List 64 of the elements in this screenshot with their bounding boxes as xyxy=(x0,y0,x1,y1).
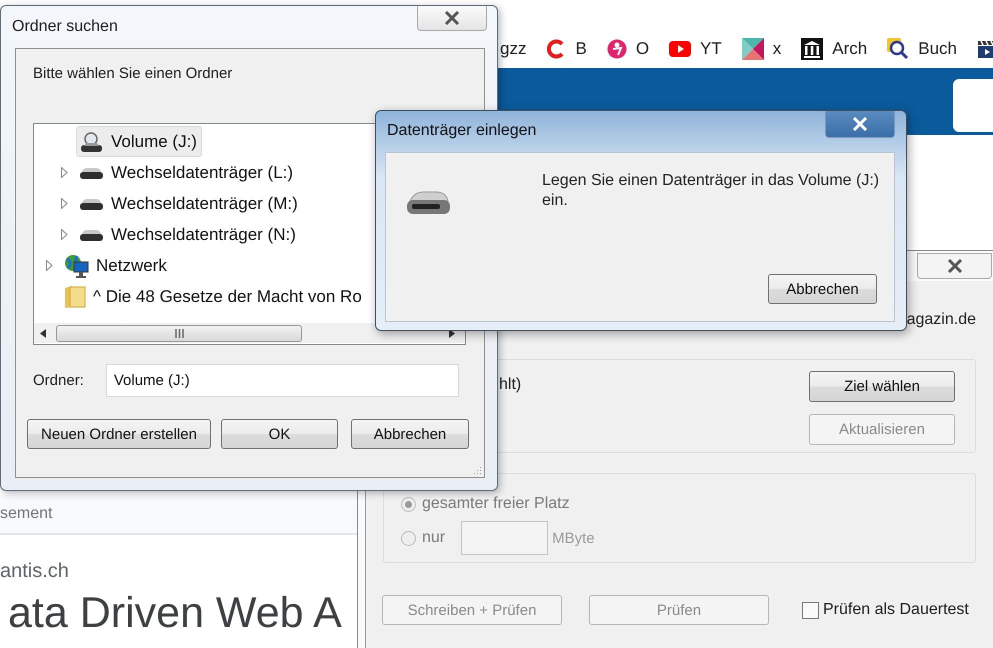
window-title: Ordner suchen xyxy=(12,18,118,36)
prompt-text: Bitte wählen Sie einen Ordner xyxy=(33,65,234,82)
expand-arrow-icon[interactable] xyxy=(46,260,53,271)
target-label: hlt) xyxy=(499,376,522,394)
tree-item[interactable]: Wechseldatenträger (M:) xyxy=(76,188,303,219)
folder-label: Ordner: xyxy=(33,372,84,389)
folder-input[interactable]: Volume (J:) xyxy=(106,364,459,397)
circle-logo-icon xyxy=(606,39,627,59)
tree-item[interactable]: Wechseldatenträger (L:) xyxy=(76,157,298,188)
drive-icon xyxy=(79,228,104,242)
close-button[interactable] xyxy=(917,253,992,279)
window-title: Datenträger einlegen xyxy=(387,122,536,140)
columns-icon xyxy=(801,38,824,60)
scrollbar-thumb[interactable] xyxy=(56,324,302,342)
expand-arrow-icon[interactable] xyxy=(61,167,68,178)
close-button[interactable] xyxy=(417,6,487,31)
expand-arrow-icon[interactable] xyxy=(61,198,68,209)
cancel-button[interactable]: Abbrechen xyxy=(768,274,877,304)
folder-icon xyxy=(64,284,86,308)
drive-icon xyxy=(404,189,452,217)
grip-icon xyxy=(174,328,184,338)
tree-item[interactable]: Netzwerk xyxy=(61,250,172,281)
close-button[interactable] xyxy=(825,111,895,138)
tree-item[interactable]: Volume (J:) xyxy=(76,126,202,157)
page-headline: ata Driven Web A xyxy=(8,589,342,638)
resize-grip-icon[interactable] xyxy=(472,465,482,475)
site-name: antis.ch xyxy=(0,560,70,583)
close-icon xyxy=(443,11,461,25)
scroll-right-icon[interactable] xyxy=(449,328,455,338)
bookmark-link[interactable]: YT xyxy=(700,39,722,59)
site-link-text: agazin.de xyxy=(906,311,976,330)
dialog-button[interactable]: OK xyxy=(221,419,338,449)
unit-label: MByte xyxy=(552,530,595,546)
play-icon xyxy=(669,41,692,57)
bookmark-link[interactable]: B xyxy=(575,39,587,59)
checkbox[interactable] xyxy=(802,602,819,618)
bookmark-link[interactable]: gzz xyxy=(500,39,526,59)
ad-label: sement xyxy=(0,505,52,523)
radio-label: nur xyxy=(422,529,446,547)
checkbox-label: Prüfen als Dauertest xyxy=(823,601,969,619)
globe-monitor-icon xyxy=(64,254,89,278)
close-icon xyxy=(946,259,964,273)
drive-icon xyxy=(79,166,104,180)
dialog-button[interactable]: Neuen Ordner erstellen xyxy=(27,419,211,449)
triangles-icon xyxy=(742,38,764,60)
bookmark-link[interactable]: Buch xyxy=(918,39,957,59)
horizontal-scrollbar[interactable] xyxy=(34,323,465,343)
bookmark-link[interactable]: Arch xyxy=(832,39,868,59)
drive-lens-icon xyxy=(79,130,104,152)
magnifier-icon xyxy=(887,38,910,60)
tree-item[interactable]: ^ Die 48 Gesetze der Macht von Ro xyxy=(61,281,367,312)
bookmark-link[interactable]: x xyxy=(772,39,782,59)
scroll-left-icon[interactable] xyxy=(40,328,46,338)
tree-item[interactable]: Wechseldatenträger (N:) xyxy=(76,219,301,250)
drive-icon xyxy=(79,196,104,210)
ring-icon xyxy=(546,39,566,59)
bookmark-link[interactable]: O xyxy=(636,39,650,59)
header-panel xyxy=(953,79,993,132)
expand-arrow-icon[interactable] xyxy=(61,229,68,240)
dialog-message: Legen Sie einen Datenträger in das Volume (J:) ein. xyxy=(542,171,880,211)
close-icon xyxy=(851,117,869,131)
dialog-button[interactable]: Ziel wählen xyxy=(809,371,955,402)
radio-label: gesamter freier Platz xyxy=(422,495,570,513)
dialog-button[interactable]: Abbrechen xyxy=(351,419,469,449)
